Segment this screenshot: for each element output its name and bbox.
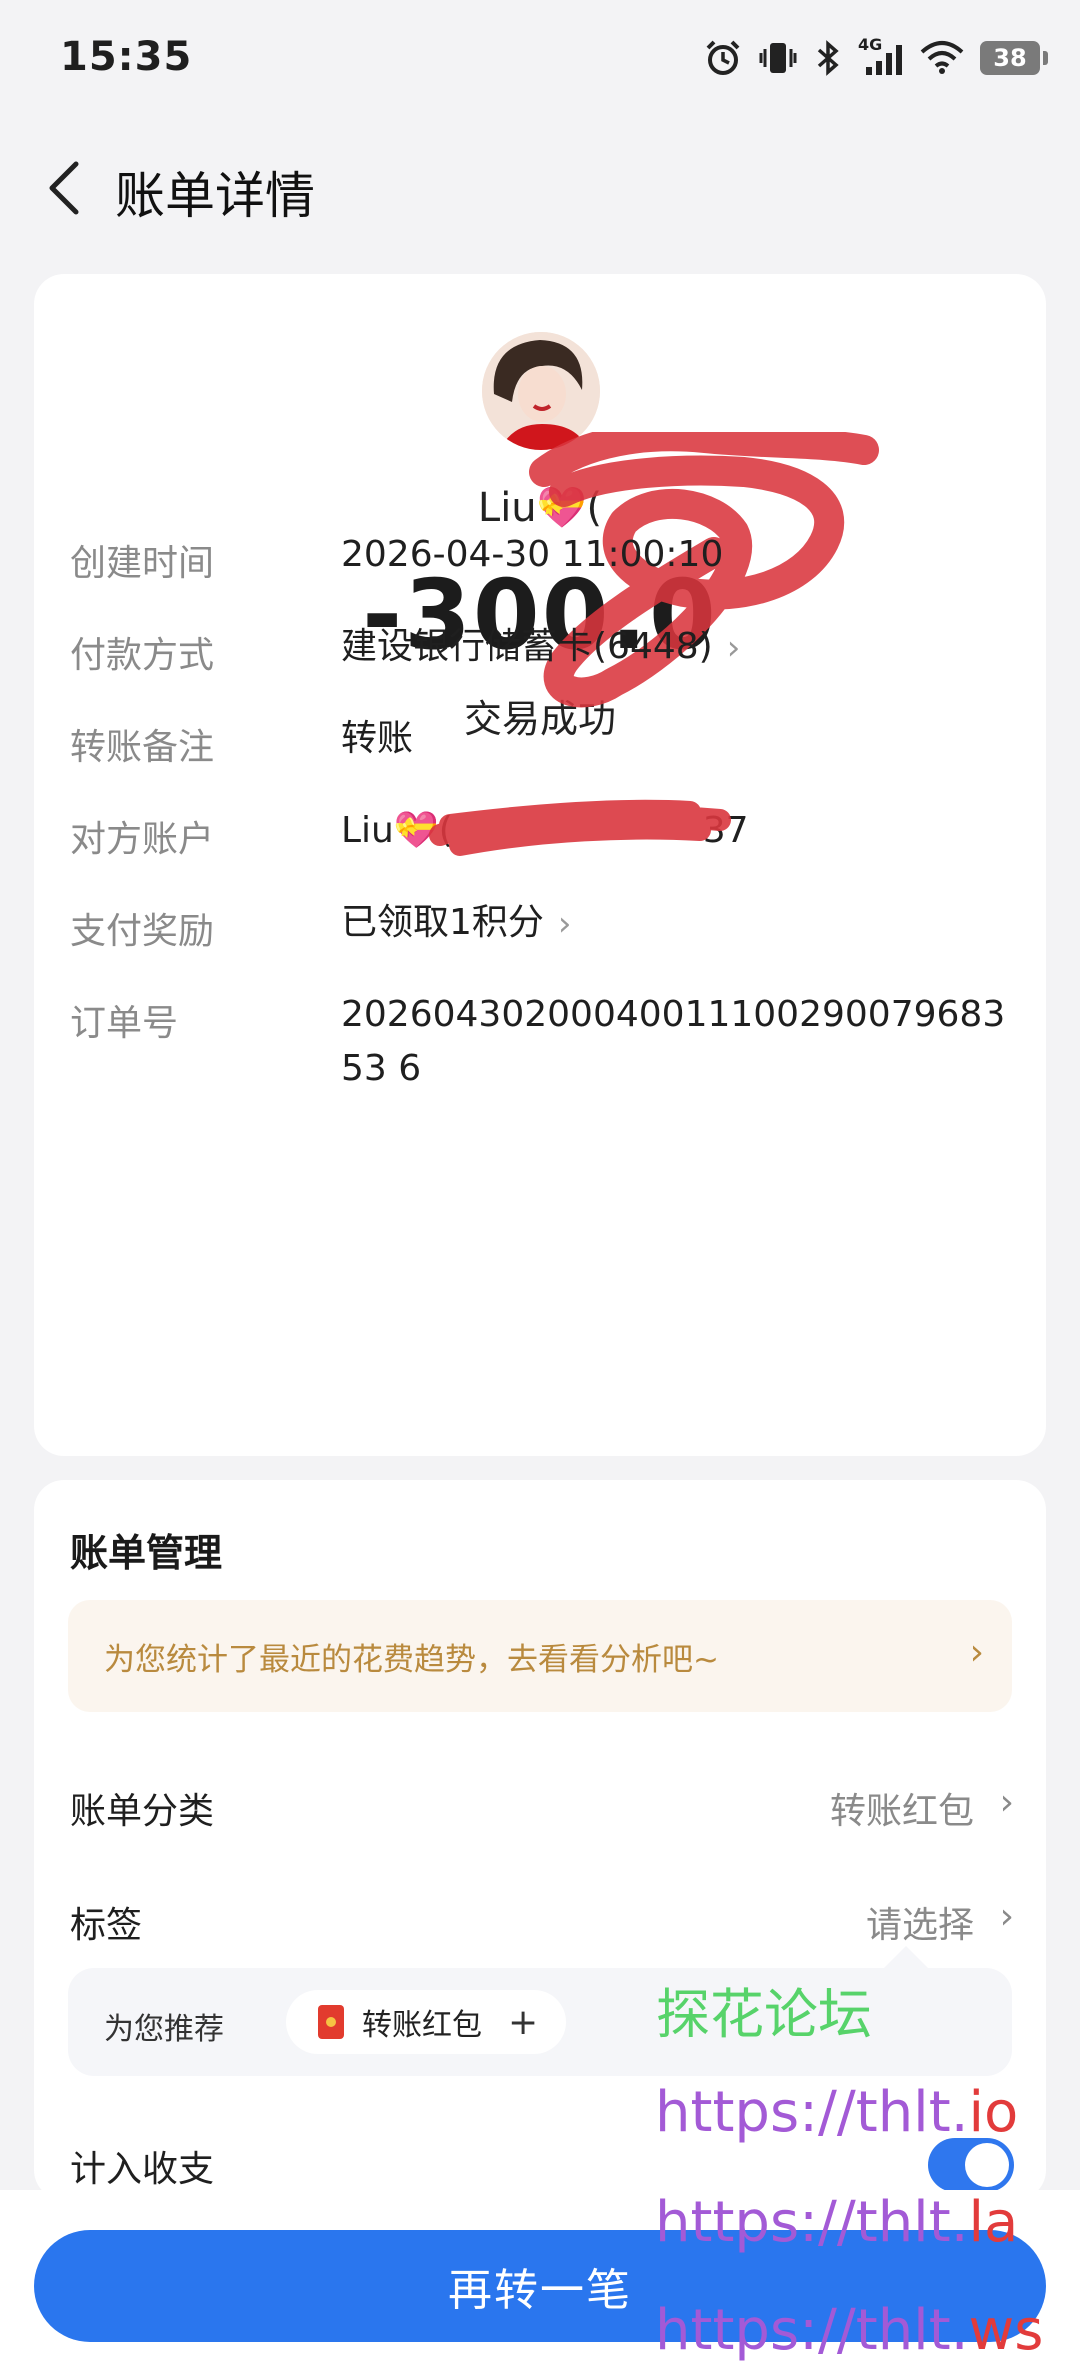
back-arrow-icon[interactable] <box>34 158 94 218</box>
plus-icon: + <box>508 2001 539 2043</box>
page-title: 账单详情 <box>115 167 315 225</box>
status-time: 15:35 <box>60 34 193 80</box>
bill-management-card: 账单管理 为您统计了最近的花费趋势，去看看分析吧~ › 账单分类 转账红包 › … <box>34 1480 1046 2200</box>
tag-value: 请选择 <box>865 1905 974 1946</box>
spending-trend-banner[interactable]: 为您统计了最近的花费趋势，去看看分析吧~ › <box>68 1600 1012 1712</box>
include-in-budget-toggle[interactable] <box>928 2138 1014 2192</box>
bill-category-value: 转账红包 <box>829 1791 974 1832</box>
payment-method-row[interactable]: 建设银行储蓄卡(6448) › <box>341 620 1021 675</box>
chevron-right-icon: › <box>999 1896 1014 1937</box>
payment-reward-value: 已领取1积分 <box>341 902 544 943</box>
bill-management-title: 账单管理 <box>70 1531 223 1575</box>
chevron-right-icon: › <box>726 628 741 668</box>
payment-reward-label: 支付奖励 <box>70 911 215 952</box>
spending-trend-text: 为您统计了最近的花费趋势，去看看分析吧~ <box>104 1642 719 1678</box>
counterparty-account-label: 对方账户 <box>70 819 215 860</box>
status-bar: 15:35 4G 38 <box>0 0 1080 118</box>
recommended-tag-chip[interactable]: 转账红包 + <box>286 1990 566 2054</box>
tag-recommendation: 为您推荐 转账红包 + <box>68 1968 1012 2076</box>
bill-category-row[interactable]: 账单分类 转账红包 › <box>70 1772 1014 1842</box>
cellular-signal-icon: 4G <box>858 35 904 77</box>
transfer-note-value: 转账 <box>341 718 414 759</box>
transfer-note-label: 转账备注 <box>70 727 215 768</box>
order-number-value: 2026043020004001110029007968353 6 <box>341 994 1006 1089</box>
payment-method-value: 建设银行储蓄卡(6448) <box>341 626 713 667</box>
vibrate-icon <box>759 43 797 73</box>
tag-label: 标签 <box>70 1905 143 1946</box>
counterparty-account-prefix: Liu💝( <box>341 810 453 851</box>
counterparty-account-value: Liu💝( 37 <box>341 804 1021 858</box>
red-envelope-icon <box>318 2005 344 2039</box>
wifi-icon <box>920 41 964 74</box>
transfer-again-button[interactable]: 再转一笔 <box>34 2230 1046 2342</box>
bottom-action-bar: 再转一笔 <box>0 2190 1080 2376</box>
bill-category-label: 账单分类 <box>70 1791 215 1832</box>
recommend-label: 为您推荐 <box>104 2012 224 2047</box>
chevron-right-icon: › <box>557 904 572 944</box>
alarm-icon <box>706 40 740 75</box>
status-icons: 4G 38 <box>704 32 1048 84</box>
app-header: 账单详情 <box>0 140 1080 235</box>
toggle-knob <box>965 2143 1009 2187</box>
recommended-tag-text: 转账红包 <box>362 2008 482 2043</box>
counterparty-account-suffix: 37 <box>702 810 749 851</box>
created-time-value: 2026-04-30 11:00:10 <box>341 534 724 575</box>
include-in-budget-label: 计入收支 <box>70 2149 215 2190</box>
created-time-label: 创建时间 <box>70 543 215 584</box>
order-number-label: 订单号 <box>70 1003 179 1044</box>
transaction-detail-card: Liu💝( -300.0 交易成功 创建时间 2026-04-30 11:00:… <box>34 274 1046 1456</box>
recommend-pointer <box>884 1946 928 1968</box>
chevron-right-icon: › <box>969 1632 984 1673</box>
payee-name: Liu💝( <box>477 485 603 531</box>
payment-method-label: 付款方式 <box>70 635 215 676</box>
battery-icon: 38 <box>980 41 1048 75</box>
avatar[interactable] <box>482 332 600 450</box>
chevron-right-icon: › <box>999 1782 1014 1823</box>
bluetooth-icon <box>817 40 839 76</box>
tag-row[interactable]: 标签 请选择 › <box>70 1886 1014 1956</box>
payment-reward-row[interactable]: 已领取1积分 › <box>341 896 1021 951</box>
